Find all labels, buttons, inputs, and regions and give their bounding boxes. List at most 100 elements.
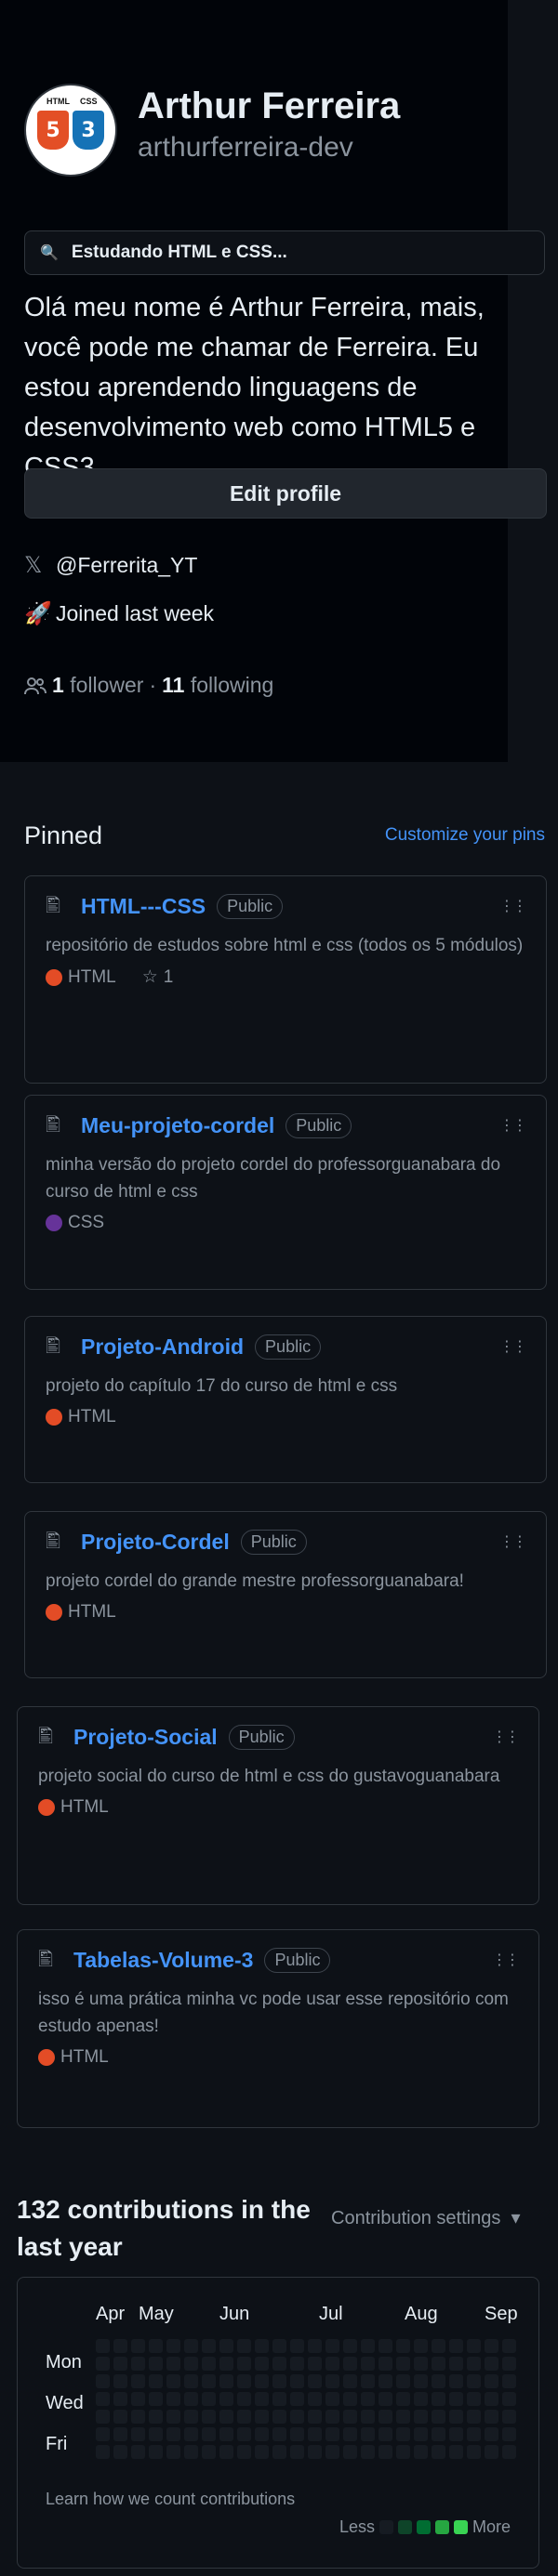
contribution-cell[interactable]	[361, 2374, 375, 2388]
contribution-cell[interactable]	[255, 2357, 269, 2371]
contribution-cell[interactable]	[149, 2357, 163, 2371]
contribution-cell[interactable]	[290, 2339, 304, 2353]
contribution-cell[interactable]	[149, 2374, 163, 2388]
contribution-cell[interactable]	[414, 2410, 428, 2424]
contribution-cell[interactable]	[414, 2357, 428, 2371]
contribution-cell[interactable]	[467, 2427, 481, 2441]
contribution-cell[interactable]	[326, 2339, 339, 2353]
contribution-cell[interactable]	[485, 2357, 498, 2371]
contribution-cell[interactable]	[131, 2445, 145, 2459]
contribution-cell[interactable]	[432, 2410, 445, 2424]
contribution-cell[interactable]	[149, 2392, 163, 2406]
contribution-cell[interactable]	[131, 2392, 145, 2406]
contribution-cell[interactable]	[502, 2392, 516, 2406]
contribution-cell[interactable]	[379, 2374, 392, 2388]
repo-name-link[interactable]: Meu-projeto-cordel	[81, 1113, 274, 1138]
contribution-cell[interactable]	[255, 2339, 269, 2353]
twitter-link[interactable]: 𝕏 @Ferrerita_YT	[24, 552, 197, 579]
following-link[interactable]: 11 following	[162, 673, 273, 698]
contribution-cell[interactable]	[502, 2357, 516, 2371]
contribution-cell[interactable]	[361, 2445, 375, 2459]
contribution-cell[interactable]	[272, 2357, 286, 2371]
contribution-cell[interactable]	[361, 2339, 375, 2353]
contribution-cell[interactable]	[237, 2427, 251, 2441]
contribution-cell[interactable]	[237, 2374, 251, 2388]
contribution-cell[interactable]	[308, 2410, 322, 2424]
followers-link[interactable]: 1 follower	[52, 673, 143, 698]
contribution-cell[interactable]	[414, 2374, 428, 2388]
customize-pins-link[interactable]: Customize your pins	[385, 825, 545, 846]
contribution-cell[interactable]	[485, 2410, 498, 2424]
contribution-cell[interactable]	[449, 2357, 463, 2371]
contribution-cell[interactable]	[219, 2445, 233, 2459]
contribution-cell[interactable]	[290, 2374, 304, 2388]
contribution-cell[interactable]	[237, 2410, 251, 2424]
status-button[interactable]: 🔍 Estudando HTML e CSS...	[24, 230, 545, 275]
contribution-cell[interactable]	[149, 2410, 163, 2424]
contribution-cell[interactable]	[255, 2427, 269, 2441]
contribution-cell[interactable]	[219, 2374, 233, 2388]
contribution-cell[interactable]	[467, 2357, 481, 2371]
contribution-cell[interactable]	[237, 2392, 251, 2406]
contribution-cell[interactable]	[326, 2357, 339, 2371]
contribution-cell[interactable]	[290, 2410, 304, 2424]
contribution-cell[interactable]	[432, 2357, 445, 2371]
contribution-cell[interactable]	[219, 2410, 233, 2424]
contribution-cell[interactable]	[131, 2339, 145, 2353]
contribution-settings-dropdown[interactable]: Contribution settings ▾	[331, 2206, 521, 2229]
contribution-cell[interactable]	[467, 2445, 481, 2459]
contribution-cell[interactable]	[396, 2445, 410, 2459]
contribution-cell[interactable]	[485, 2445, 498, 2459]
contribution-cell[interactable]	[113, 2445, 127, 2459]
contribution-cell[interactable]	[379, 2392, 392, 2406]
repo-name-link[interactable]: Tabelas-Volume-3	[73, 1948, 253, 1973]
contribution-cell[interactable]	[396, 2339, 410, 2353]
contribution-cell[interactable]	[485, 2392, 498, 2406]
contribution-cell[interactable]	[202, 2445, 216, 2459]
contribution-cell[interactable]	[467, 2410, 481, 2424]
repo-name-link[interactable]: Projeto-Cordel	[81, 1530, 230, 1555]
contribution-cell[interactable]	[308, 2357, 322, 2371]
contribution-cell[interactable]	[396, 2374, 410, 2388]
contribution-cell[interactable]	[255, 2392, 269, 2406]
contribution-cell[interactable]	[255, 2445, 269, 2459]
contribution-cell[interactable]	[361, 2357, 375, 2371]
contribution-cell[interactable]	[432, 2374, 445, 2388]
contribution-cell[interactable]	[166, 2357, 180, 2371]
contribution-cell[interactable]	[113, 2374, 127, 2388]
contribution-cell[interactable]	[414, 2339, 428, 2353]
contribution-cell[interactable]	[96, 2427, 110, 2441]
contribution-cell[interactable]	[449, 2339, 463, 2353]
contribution-cell[interactable]	[432, 2427, 445, 2441]
contribution-cell[interactable]	[502, 2427, 516, 2441]
contribution-cell[interactable]	[379, 2339, 392, 2353]
contribution-cell[interactable]	[113, 2427, 127, 2441]
contribution-cell[interactable]	[396, 2392, 410, 2406]
contribution-cell[interactable]	[502, 2374, 516, 2388]
contribution-cell[interactable]	[131, 2410, 145, 2424]
contribution-cell[interactable]	[308, 2339, 322, 2353]
contribution-cell[interactable]	[202, 2374, 216, 2388]
contribution-cell[interactable]	[184, 2374, 198, 2388]
contribution-cell[interactable]	[237, 2445, 251, 2459]
contribution-cell[interactable]	[308, 2374, 322, 2388]
contribution-cell[interactable]	[290, 2427, 304, 2441]
contribution-cell[interactable]	[361, 2392, 375, 2406]
contribution-cell[interactable]	[166, 2392, 180, 2406]
contribution-cell[interactable]	[343, 2374, 357, 2388]
drag-handle-icon[interactable]: ⋮⋮	[499, 1337, 527, 1356]
edit-profile-button[interactable]: Edit profile	[24, 468, 547, 519]
contribution-cell[interactable]	[449, 2374, 463, 2388]
contribution-cell[interactable]	[326, 2410, 339, 2424]
contribution-cell[interactable]	[449, 2427, 463, 2441]
contribution-cell[interactable]	[184, 2410, 198, 2424]
contribution-cell[interactable]	[255, 2374, 269, 2388]
contribution-cell[interactable]	[113, 2357, 127, 2371]
drag-handle-icon[interactable]: ⋮⋮	[499, 897, 527, 915]
contribution-cell[interactable]	[467, 2339, 481, 2353]
contribution-cell[interactable]	[326, 2427, 339, 2441]
contribution-cell[interactable]	[184, 2427, 198, 2441]
contribution-cell[interactable]	[467, 2392, 481, 2406]
contribution-cell[interactable]	[113, 2392, 127, 2406]
contribution-cell[interactable]	[361, 2427, 375, 2441]
